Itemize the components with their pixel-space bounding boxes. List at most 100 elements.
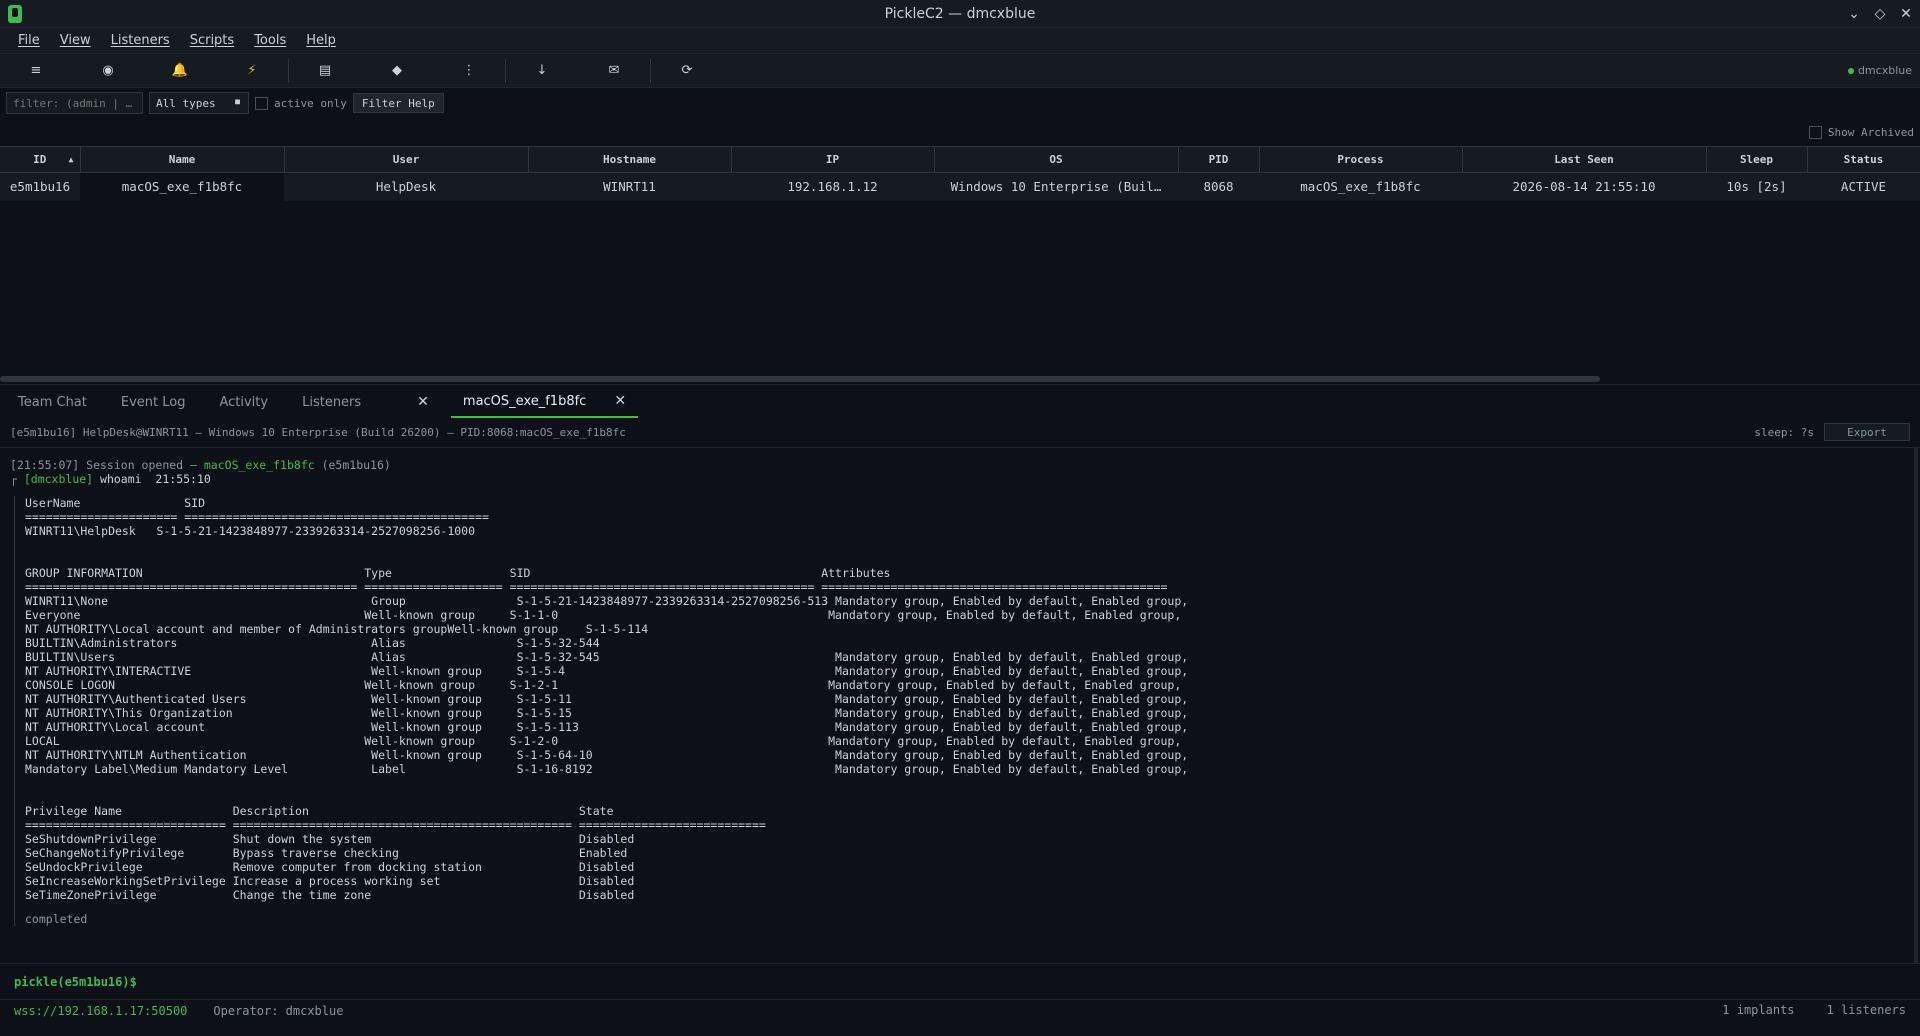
session-opened-name: macOS_exe_f1b8fc — [203, 458, 315, 472]
command-output: UserName SID ====================== ====… — [14, 496, 1910, 926]
sort-asc-icon: ▲ — [68, 155, 74, 164]
maximize-icon[interactable]: ◇ — [1872, 6, 1888, 22]
menu-tools[interactable]: Tools — [244, 33, 296, 48]
cell-user[interactable]: HelpDesk — [284, 172, 528, 201]
command-operator: [dmcxblue] — [23, 472, 94, 486]
operator-indicator: dmcxblue — [1847, 64, 1912, 77]
diamond-icon[interactable]: ◆ — [361, 54, 433, 88]
cell-process[interactable]: macOS_exe_f1b8fc — [1259, 172, 1462, 201]
column-header-name[interactable]: Name — [80, 146, 285, 173]
close-icon[interactable]: ✕ — [1898, 6, 1914, 22]
cell-last-seen[interactable]: 2026-08-14 21:55:10 — [1462, 172, 1706, 201]
toolbar: ≡ ◉ 🔔 ⚡ ▤ ◆ ⋮ ↓ ✉ ⟳ dmcxblue — [0, 54, 1920, 88]
online-dot-icon — [1847, 67, 1854, 74]
session-info: [e5m1bu16] HelpDesk@WINRT11 — Windows 10… — [10, 426, 626, 439]
operator-name: dmcxblue — [1857, 64, 1912, 77]
menu-help[interactable]: Help — [296, 33, 346, 48]
column-header-ip[interactable]: IP — [731, 146, 935, 173]
active-only-label: active only — [274, 96, 347, 110]
whoami-output: UserName SID ====================== ====… — [25, 496, 1189, 902]
cell-sleep[interactable]: 10s [2s] — [1706, 172, 1807, 201]
tab-label: Event Log — [120, 394, 186, 410]
column-header-id[interactable]: ID ▲ — [0, 146, 81, 173]
menu-view[interactable]: View — [50, 33, 101, 48]
session-opened-suffix: (e5m1bu16) — [314, 458, 391, 472]
session-controls: sleep: ?s Export — [1754, 423, 1910, 441]
filter-input[interactable] — [6, 92, 143, 114]
mail-icon[interactable]: ✉ — [578, 54, 650, 88]
type-select[interactable]: All types ■ — [149, 92, 249, 114]
cell-os[interactable]: Windows 10 Enterprise (Buil… — [934, 172, 1178, 201]
type-select-value: All types — [156, 96, 216, 110]
active-only-checkbox[interactable] — [255, 96, 268, 110]
status-counts: 1 implants 1 listeners — [1722, 1003, 1906, 1017]
menu-bar: File View Listeners Scripts Tools Help — [0, 28, 1920, 54]
session-opened-line: [21:55:07] Session opened — macOS_exe_f1… — [10, 458, 1910, 472]
select-caret-icon: ■ — [235, 97, 240, 106]
archived-bar: Show Archived — [0, 118, 1920, 146]
column-header-hostname[interactable]: Hostname — [528, 146, 732, 173]
session-info-bar: [e5m1bu16] HelpDesk@WINRT11 — Windows 10… — [0, 418, 1920, 448]
filter-bar: All types ■ active only Filter Help — [0, 88, 1920, 118]
column-header-last-seen[interactable]: Last Seen — [1462, 146, 1707, 173]
bolt-icon[interactable]: ⚡ — [216, 54, 288, 88]
cell-status[interactable]: ACTIVE — [1807, 172, 1920, 201]
show-archived-checkbox[interactable] — [1808, 125, 1822, 139]
list-icon[interactable]: ▤ — [289, 54, 361, 88]
prompt-label: pickle(e5m1bu16)$ — [14, 974, 137, 989]
record-icon[interactable]: ◉ — [72, 54, 144, 88]
horizontal-scrollbar[interactable] — [0, 376, 1600, 382]
column-header-sleep[interactable]: Sleep — [1706, 146, 1808, 173]
bottom-tabs: Team Chat Event Log Activity Listeners ✕ … — [0, 384, 1920, 418]
cell-id[interactable]: e5m1bu16 — [0, 172, 80, 201]
tree-branch-icon: ┌ — [10, 472, 24, 486]
column-header-status[interactable]: Status — [1807, 146, 1920, 173]
menu-file[interactable]: File — [8, 33, 50, 48]
implants-table: ID ▲ Name User Hostname IP OS PID Process… — [0, 146, 1920, 201]
tab-label: Team Chat — [18, 394, 87, 410]
vertical-scrollbar[interactable] — [1914, 448, 1918, 963]
implants-count: 1 implants — [1722, 1003, 1795, 1017]
operator-status: Operator: dmcxblue — [213, 1004, 344, 1018]
filter-help-button[interactable]: Filter Help — [352, 93, 444, 113]
export-button[interactable]: Export — [1824, 423, 1910, 441]
window-controls: ⌄ ◇ ✕ — [1846, 6, 1914, 22]
websocket-url: wss://192.168.1.17:50500 — [14, 1004, 188, 1018]
show-archived-label: Show Archived — [1827, 125, 1914, 139]
bell-icon[interactable]: 🔔 — [144, 54, 216, 88]
sleep-indicator: sleep: ?s — [1754, 425, 1814, 439]
cell-hostname[interactable]: WINRT11 — [528, 172, 731, 201]
more-icon[interactable]: ⋮ — [433, 54, 505, 88]
close-tab-icon[interactable]: ✕ — [614, 393, 626, 409]
column-header-os[interactable]: OS — [934, 146, 1179, 173]
tab-session[interactable]: macOS_exe_f1b8fc ✕ — [450, 386, 639, 418]
minimize-icon[interactable]: ⌄ — [1846, 6, 1862, 22]
tab-team-chat[interactable]: Team Chat — [6, 386, 99, 418]
table-header: ID ▲ Name User Hostname IP OS PID Process… — [0, 146, 1920, 173]
menu-listeners[interactable]: Listeners — [101, 33, 180, 48]
table-row[interactable]: e5m1bu16 macOS_exe_f1b8fc HelpDesk WINRT… — [0, 172, 1920, 201]
command-input[interactable] — [136, 969, 1920, 994]
column-header-user[interactable]: User — [284, 146, 529, 173]
cell-name[interactable]: macOS_exe_f1b8fc — [80, 172, 284, 201]
app-icon — [8, 4, 22, 23]
tab-label: Activity — [219, 394, 269, 410]
title-bar: PickleC2 — dmcxblue ⌄ ◇ ✕ — [0, 0, 1920, 28]
window-title: PickleC2 — dmcxblue — [884, 5, 1036, 22]
cell-ip[interactable]: 192.168.1.12 — [731, 172, 934, 201]
menu-scripts[interactable]: Scripts — [180, 33, 244, 48]
tab-listeners[interactable]: Listeners ✕ — [290, 386, 441, 418]
command-line: ┌ [dmcxblue] whoami 21:55:10 — [10, 472, 1910, 486]
column-header-pid[interactable]: PID — [1178, 146, 1260, 173]
status-bar: wss://192.168.1.17:50500 Operator: dmcxb… — [0, 1000, 1920, 1022]
implants-table-container: ID ▲ Name User Hostname IP OS PID Process… — [0, 146, 1920, 384]
column-header-process[interactable]: Process — [1259, 146, 1463, 173]
tab-activity[interactable]: Activity — [207, 386, 280, 418]
tab-event-log[interactable]: Event Log — [109, 386, 198, 418]
download-icon[interactable]: ↓ — [506, 54, 578, 88]
completed-line: completed — [25, 912, 88, 926]
close-tab-icon[interactable]: ✕ — [417, 394, 429, 410]
cell-pid[interactable]: 8068 — [1178, 172, 1259, 201]
menu-icon[interactable]: ≡ — [0, 54, 72, 88]
refresh-icon[interactable]: ⟳ — [651, 54, 723, 88]
